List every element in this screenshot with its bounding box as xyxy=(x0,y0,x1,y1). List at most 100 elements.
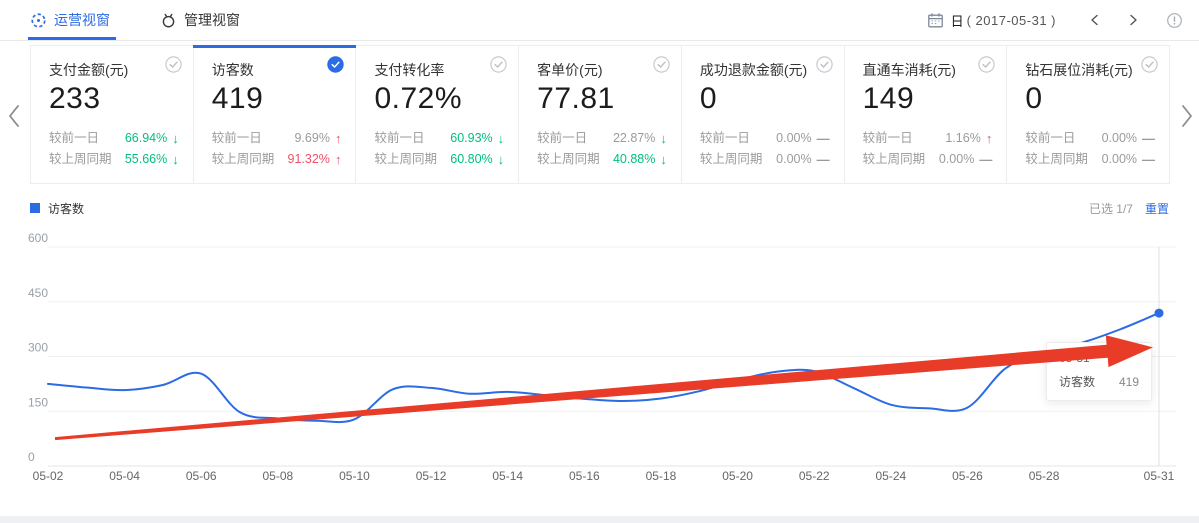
compare-value: 55.66% xyxy=(125,149,167,170)
svg-text:05-06: 05-06 xyxy=(186,469,217,483)
compare-row-prev-week: 较上周同期 0.00%— xyxy=(700,149,830,170)
trend-arrow-icon: ↓ xyxy=(498,149,505,170)
metric-card-refund-amount[interactable]: 成功退款金额(元) 0 较前一日 0.00%— 较上周同期 0.00%— xyxy=(682,46,845,183)
tab-management-window[interactable]: 管理视窗 xyxy=(160,0,240,40)
chart-legend-row: 访客数 已选 1/7 重置 xyxy=(30,198,1169,218)
info-icon[interactable] xyxy=(1166,12,1183,29)
svg-text:05-16: 05-16 xyxy=(569,469,600,483)
compare-row-prev-day: 较前一日 0.00%— xyxy=(1025,128,1155,149)
svg-text:05-31: 05-31 xyxy=(1144,469,1175,483)
svg-text:450: 450 xyxy=(28,286,48,300)
compare-row-prev-day: 较前一日 22.87%↓ xyxy=(537,128,667,149)
check-circle-icon[interactable] xyxy=(490,56,507,73)
calendar-icon xyxy=(927,12,944,29)
card-compares: 较前一日 0.00%— 较上周同期 0.00%— xyxy=(700,128,830,170)
svg-text:05-04: 05-04 xyxy=(109,469,140,483)
compare-row-prev-day: 较前一日 60.93% ↓ xyxy=(374,128,504,149)
compare-label: 较前一日 xyxy=(700,128,750,149)
compare-value: 66.94% xyxy=(125,128,167,149)
compare-label: 较上周同期 xyxy=(1025,149,1088,170)
metric-cards-row: 支付金额(元) 233 较前一日 66.94%↓ 较上周同期 55.66%↓ 访… xyxy=(30,45,1170,184)
compare-row-prev-week: 较上周同期 60.80%↓ xyxy=(374,149,504,170)
nav-tabs: 运营视窗 管理视窗 xyxy=(0,0,290,40)
trend-arrow-icon: — xyxy=(1142,149,1155,170)
card-compares: 较前一日 66.94%↓ 较上周同期 55.66%↓ xyxy=(49,128,179,170)
svg-text:300: 300 xyxy=(28,341,48,355)
tooltip-series-label: 访客数 xyxy=(1059,373,1095,390)
svg-text:05-12: 05-12 xyxy=(416,469,447,483)
card-compares: 较前一日 0.00%— 较上周同期 0.00%— xyxy=(1025,128,1155,170)
top-nav-bar: 运营视窗 管理视窗 日 ( 2017-05-31 ) xyxy=(0,0,1199,41)
date-range-label: ( 2017-05-31 ) xyxy=(967,13,1056,28)
card-title: 钻石展位消耗(元) xyxy=(1025,61,1155,79)
card-compares: 较前一日 9.69% ↑ 较上周同期 91.32%↑ xyxy=(212,128,342,170)
card-value: 0.72% xyxy=(374,80,504,118)
compare-label: 较前一日 xyxy=(1025,128,1075,149)
visitors-trend-chart: 015030045060005-0205-0405-0605-0805-1005… xyxy=(0,223,1199,493)
line-chart-canvas: 015030045060005-0205-0405-0605-0805-1005… xyxy=(0,223,1199,493)
metric-card-ztc-cost[interactable]: 直通车消耗(元) 149 较前一日 1.16%↑ 较上周同期 0.00%— xyxy=(845,46,1008,183)
legend-item-visitors: 访客数 xyxy=(30,200,84,217)
trend-arrow-icon: ↓ xyxy=(498,128,505,149)
date-prev-button[interactable] xyxy=(1088,13,1102,27)
selected-count-label: 已选 1/7 xyxy=(1089,200,1133,217)
trend-arrow-icon: ↑ xyxy=(986,128,993,149)
legend-swatch-icon xyxy=(30,203,40,213)
svg-text:0: 0 xyxy=(28,450,35,464)
compare-label: 较上周同期 xyxy=(212,149,275,170)
card-value: 419 xyxy=(212,80,342,118)
compare-value: 60.93% xyxy=(450,128,492,149)
cards-scroll-left-button[interactable] xyxy=(7,103,23,129)
date-next-button[interactable] xyxy=(1126,13,1140,27)
compare-value: 0.00% xyxy=(776,149,811,170)
compare-value: 9.69% xyxy=(294,128,329,149)
compare-label: 较前一日 xyxy=(537,128,587,149)
compare-value: 0.00% xyxy=(1102,128,1137,149)
metric-card-avg-order-value[interactable]: 客单价(元) 77.81 较前一日 22.87%↓ 较上周同期 40.88%↓ xyxy=(519,46,682,183)
tooltip-value: 419 xyxy=(1119,375,1139,389)
reset-link[interactable]: 重置 xyxy=(1145,200,1169,217)
trend-arrow-icon: ↓ xyxy=(660,149,667,170)
check-circle-icon[interactable] xyxy=(327,56,344,73)
svg-text:05-20: 05-20 xyxy=(722,469,753,483)
trend-arrow-icon: ↑ xyxy=(335,128,342,149)
check-circle-icon[interactable] xyxy=(1141,56,1158,73)
card-title: 访客数 xyxy=(212,61,342,79)
check-circle-icon[interactable] xyxy=(653,56,670,73)
check-circle-icon[interactable] xyxy=(165,56,182,73)
trend-arrow-icon: ↓ xyxy=(660,128,667,149)
date-selector[interactable]: 日 ( 2017-05-31 ) xyxy=(927,11,1056,30)
card-compares: 较前一日 1.16%↑ 较上周同期 0.00%— xyxy=(863,128,993,170)
metric-card-diamond-cost[interactable]: 钻石展位消耗(元) 0 较前一日 0.00%— 较上周同期 0.00%— xyxy=(1007,46,1169,183)
svg-text:600: 600 xyxy=(28,231,48,245)
compare-value: 40.88% xyxy=(613,149,655,170)
svg-text:05-24: 05-24 xyxy=(875,469,906,483)
card-value: 0 xyxy=(1025,80,1155,118)
card-title: 支付金额(元) xyxy=(49,61,179,79)
svg-text:05-14: 05-14 xyxy=(492,469,523,483)
cards-scroll-right-button[interactable] xyxy=(1180,103,1196,129)
card-value: 149 xyxy=(863,80,993,118)
trend-arrow-icon: — xyxy=(817,149,830,170)
svg-text:05-02: 05-02 xyxy=(33,469,64,483)
svg-text:05-26: 05-26 xyxy=(952,469,983,483)
compare-value: 0.00% xyxy=(776,128,811,149)
svg-text:05-08: 05-08 xyxy=(263,469,294,483)
metric-card-conversion-rate[interactable]: 支付转化率 0.72% 较前一日 60.93%↓ 较上周同期 60.80%↓ xyxy=(356,46,519,183)
compare-label: 较上周同期 xyxy=(863,149,926,170)
compare-label: 较前一日 xyxy=(863,128,913,149)
check-circle-icon[interactable] xyxy=(816,56,833,73)
svg-text:05-28: 05-28 xyxy=(1029,469,1060,483)
compare-value: 22.87% xyxy=(613,128,655,149)
tab-operations-window[interactable]: 运营视窗 xyxy=(30,0,110,40)
compare-label: 较前一日 xyxy=(374,128,424,149)
trend-arrow-icon: — xyxy=(979,149,992,170)
compare-row-prev-week: 较上周同期 91.32%↑ xyxy=(212,149,342,170)
svg-text:05-18: 05-18 xyxy=(646,469,677,483)
check-circle-icon[interactable] xyxy=(978,56,995,73)
metric-card-visitors[interactable]: 访客数 419 较前一日 9.69% ↑ 较上周同期 91.32%↑ xyxy=(194,46,357,183)
compare-row-prev-day: 较前一日 66.94%↓ xyxy=(49,128,179,149)
metric-card-payment-amount[interactable]: 支付金额(元) 233 较前一日 66.94%↓ 较上周同期 55.66%↓ xyxy=(31,46,194,183)
compare-label: 较前一日 xyxy=(212,128,262,149)
compare-row-prev-day: 较前一日 0.00%— xyxy=(700,128,830,149)
